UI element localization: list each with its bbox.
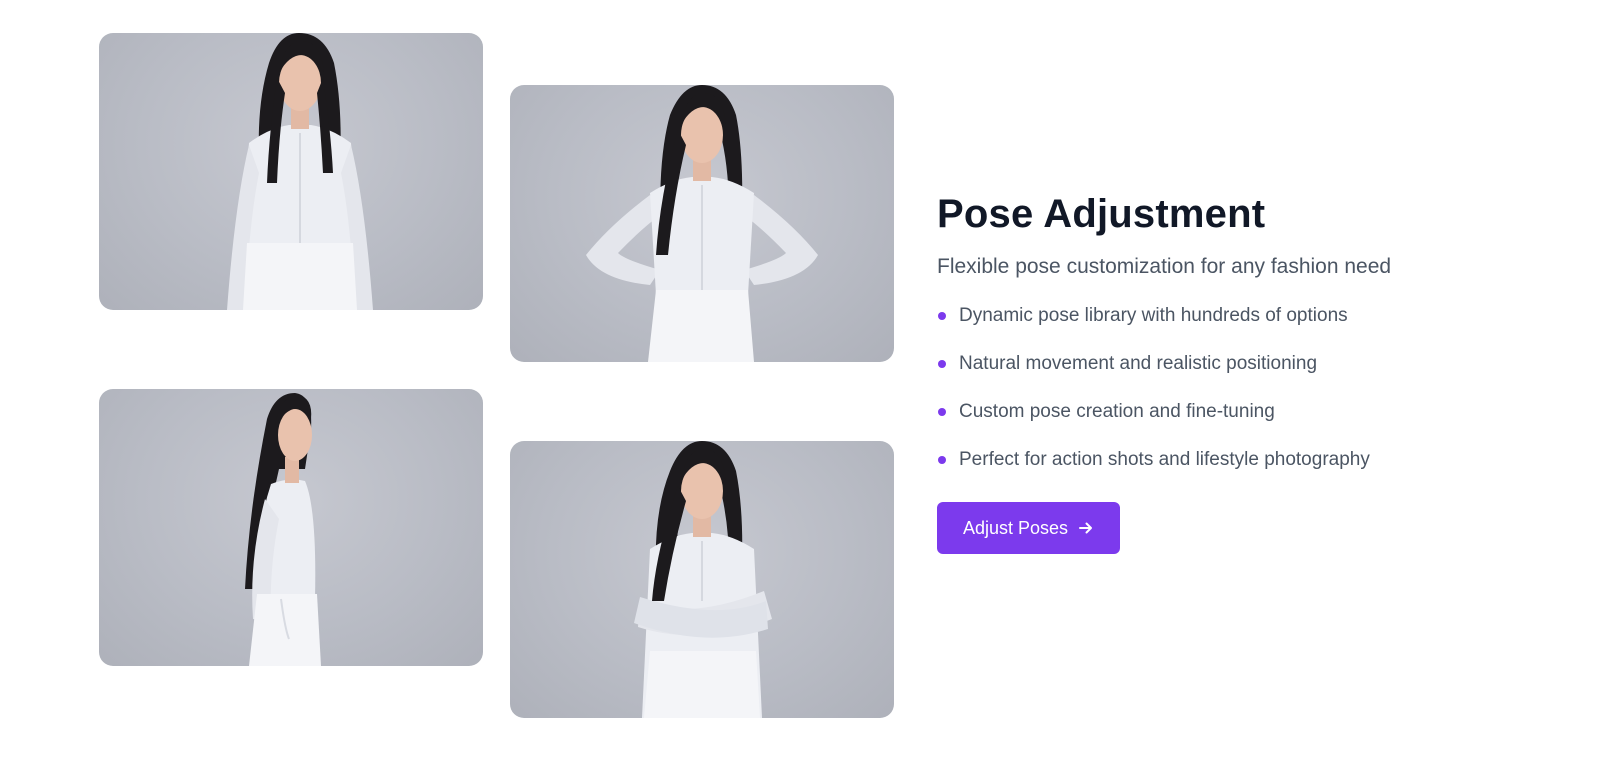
- feature-text: Dynamic pose library with hundreds of op…: [959, 305, 1348, 326]
- adjust-poses-label: Adjust Poses: [963, 517, 1069, 538]
- section-title: Pose Adjustment: [937, 192, 1266, 236]
- bullet-dot-icon: [938, 456, 946, 464]
- section-subtitle: Flexible pose customization for any fash…: [937, 255, 1392, 278]
- feature-item: Natural movement and realistic positioni…: [937, 350, 1557, 378]
- arrow-right-icon: [1078, 520, 1094, 536]
- adjust-poses-button[interactable]: Adjust Poses: [937, 502, 1121, 554]
- feature-text: Custom pose creation and fine-tuning: [959, 401, 1275, 422]
- feature-text: Perfect for action shots and lifestyle p…: [959, 449, 1370, 470]
- model-photo-side-profile: [99, 389, 483, 666]
- model-photo-hands-on-hips: [510, 85, 894, 362]
- pose-adjustment-section: Pose Adjustment Flexible pose customizat…: [0, 0, 1600, 768]
- feature-item: Dynamic pose library with hundreds of op…: [937, 302, 1557, 330]
- feature-content: Pose Adjustment Flexible pose customizat…: [937, 186, 1557, 554]
- bullet-dot-icon: [938, 408, 946, 416]
- feature-list: Dynamic pose library with hundreds of op…: [937, 302, 1557, 474]
- feature-item: Perfect for action shots and lifestyle p…: [937, 446, 1557, 474]
- feature-text: Natural movement and realistic positioni…: [959, 353, 1318, 374]
- feature-item: Custom pose creation and fine-tuning: [937, 398, 1557, 426]
- model-photo-arms-crossed: [510, 441, 894, 718]
- model-photo-standing: [99, 33, 483, 310]
- bullet-dot-icon: [938, 312, 946, 320]
- bullet-dot-icon: [938, 360, 946, 368]
